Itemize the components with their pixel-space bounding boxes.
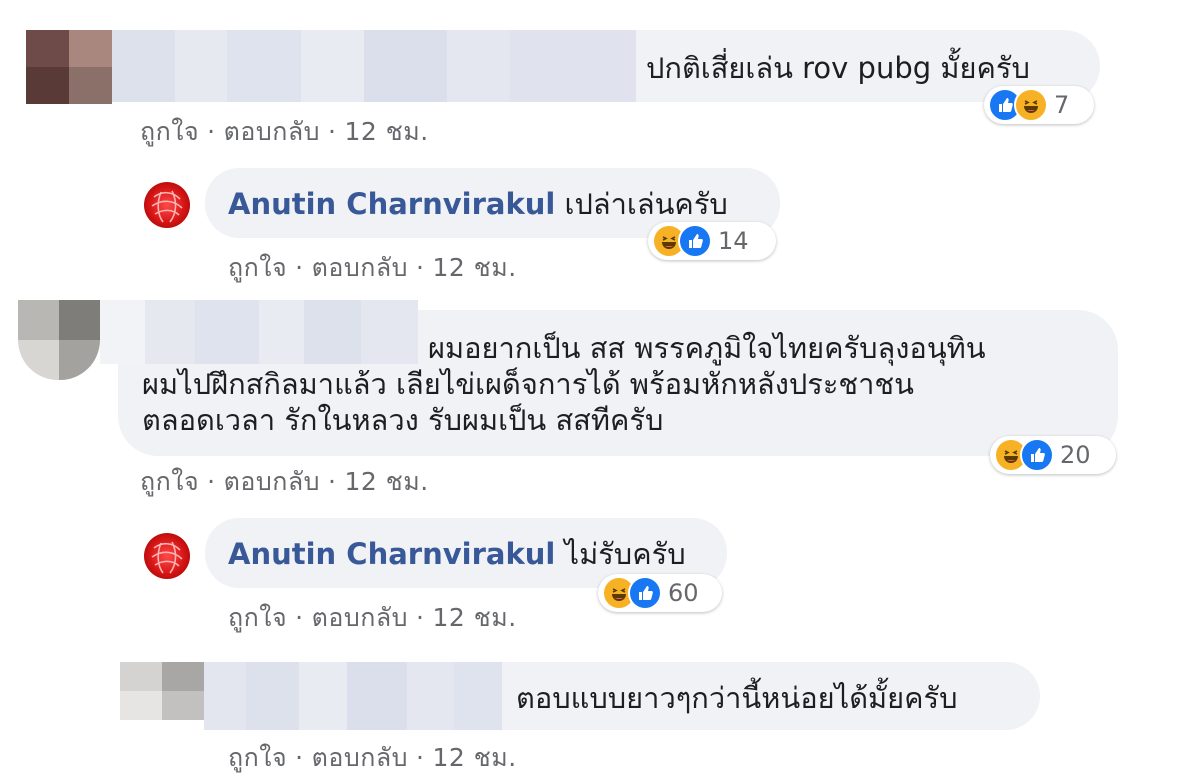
avatar[interactable]	[18, 300, 100, 380]
redacted-author-name[interactable]	[204, 662, 502, 730]
avatar-tile	[69, 30, 112, 67]
avatar[interactable]	[144, 533, 190, 579]
reaction-summary[interactable]: 60	[598, 574, 722, 612]
like-icon	[1020, 438, 1054, 472]
separator-dot: ·	[416, 603, 425, 632]
timestamp[interactable]: 12 ชม.	[345, 467, 429, 496]
separator-dot: ·	[295, 743, 304, 772]
like-link[interactable]: ถูกใจ	[140, 467, 199, 496]
comment-text: Anutin Charnvirakul ไม่รับครับ	[228, 536, 686, 572]
avatar-tile	[18, 300, 59, 340]
separator-dot: ·	[207, 467, 216, 496]
haha-icon	[1014, 88, 1048, 122]
avatar-tile	[59, 340, 100, 380]
author-name[interactable]: Anutin Charnvirakul	[228, 537, 555, 571]
avatar-tile	[162, 691, 204, 720]
like-icon	[628, 576, 662, 610]
reaction-count: 14	[718, 227, 749, 255]
comment-text-line-1: ผมอยากเป็น สส พรรคภูมิใจไทยครับลุงอนุทิน	[428, 331, 986, 365]
avatar-tile	[26, 30, 69, 67]
like-link[interactable]: ถูกใจ	[228, 253, 287, 282]
timestamp[interactable]: 12 ชม.	[433, 603, 517, 632]
timestamp[interactable]: 12 ชม.	[345, 117, 429, 146]
separator-dot: ·	[328, 467, 337, 496]
separator-dot: ·	[416, 253, 425, 282]
timestamp[interactable]: 12 ชม.	[433, 253, 517, 282]
comment-actions: ถูกใจ · ตอบกลับ · 12 ชม.	[140, 112, 429, 152]
comment-actions: ถูกใจ · ตอบกลับ · 12 ชม.	[228, 598, 517, 638]
avatar[interactable]	[26, 30, 112, 104]
redacted-author-name[interactable]	[100, 300, 418, 364]
reply-link[interactable]: ตอบกลับ	[224, 117, 320, 146]
comment-text-line-2: ผมไปฝึกสกิลมาแล้ว เลียไข่เผด็จการได้ พร้…	[142, 367, 914, 401]
reply-link[interactable]: ตอบกลับ	[312, 253, 408, 282]
reaction-count: 7	[1054, 91, 1070, 119]
avatar-tile	[69, 67, 112, 104]
reply-link[interactable]: ตอบกลับ	[312, 603, 408, 632]
comment-text: ปกติเสี่ยเล่น rov pubg มั้ยครับ	[646, 51, 1030, 85]
comment-text: Anutin Charnvirakul เปล่าเล่นครับ	[228, 186, 728, 222]
comment-actions: ถูกใจ · ตอบกลับ · 12 ชม.	[140, 462, 429, 502]
reaction-count: 20	[1060, 441, 1091, 469]
reply-text: ไม่รับครับ	[564, 537, 686, 571]
reaction-summary[interactable]: 14	[648, 222, 776, 260]
reply-text: เปล่าเล่นครับ	[564, 187, 728, 221]
redacted-author-name[interactable]	[112, 30, 636, 102]
reply-link[interactable]: ตอบกลับ	[312, 743, 408, 772]
comment-actions: ถูกใจ · ตอบกลับ · 12 ชม.	[228, 738, 517, 778]
reaction-summary[interactable]: 7	[984, 86, 1094, 124]
reply-link[interactable]: ตอบกลับ	[224, 467, 320, 496]
avatar-tile	[26, 67, 69, 104]
previous-comment-fragment: ˇ	[140, 0, 170, 10]
avatar-tile	[162, 662, 204, 691]
like-link[interactable]: ถูกใจ	[140, 117, 199, 146]
avatar-tile	[120, 691, 162, 720]
comment-actions: ถูกใจ · ตอบกลับ · 12 ชม.	[228, 248, 517, 288]
reaction-count: 60	[668, 579, 699, 607]
separator-dot: ·	[328, 117, 337, 146]
author-name[interactable]: Anutin Charnvirakul	[228, 187, 555, 221]
reaction-summary[interactable]: 20	[990, 436, 1116, 474]
comment-text-line-3: ตลอดเวลา รักในหลวง รับผมเป็น สสทีครับ	[142, 403, 664, 437]
like-link[interactable]: ถูกใจ	[228, 603, 287, 632]
comment-text: ตอบแบบยาวๆกว่านี้หน่อยได้มั้ยครับ	[516, 681, 958, 715]
avatar-tile	[120, 662, 162, 691]
separator-dot: ·	[295, 253, 304, 282]
avatar[interactable]	[144, 182, 190, 228]
avatar-pattern	[151, 190, 183, 223]
like-link[interactable]: ถูกใจ	[228, 743, 287, 772]
avatar-pattern	[151, 541, 183, 574]
like-icon	[678, 224, 712, 258]
timestamp[interactable]: 12 ชม.	[433, 743, 517, 772]
separator-dot: ·	[207, 117, 216, 146]
avatar-tile	[18, 340, 59, 380]
avatar-tile	[59, 300, 100, 340]
separator-dot: ·	[416, 743, 425, 772]
separator-dot: ·	[295, 603, 304, 632]
avatar[interactable]	[120, 662, 204, 720]
